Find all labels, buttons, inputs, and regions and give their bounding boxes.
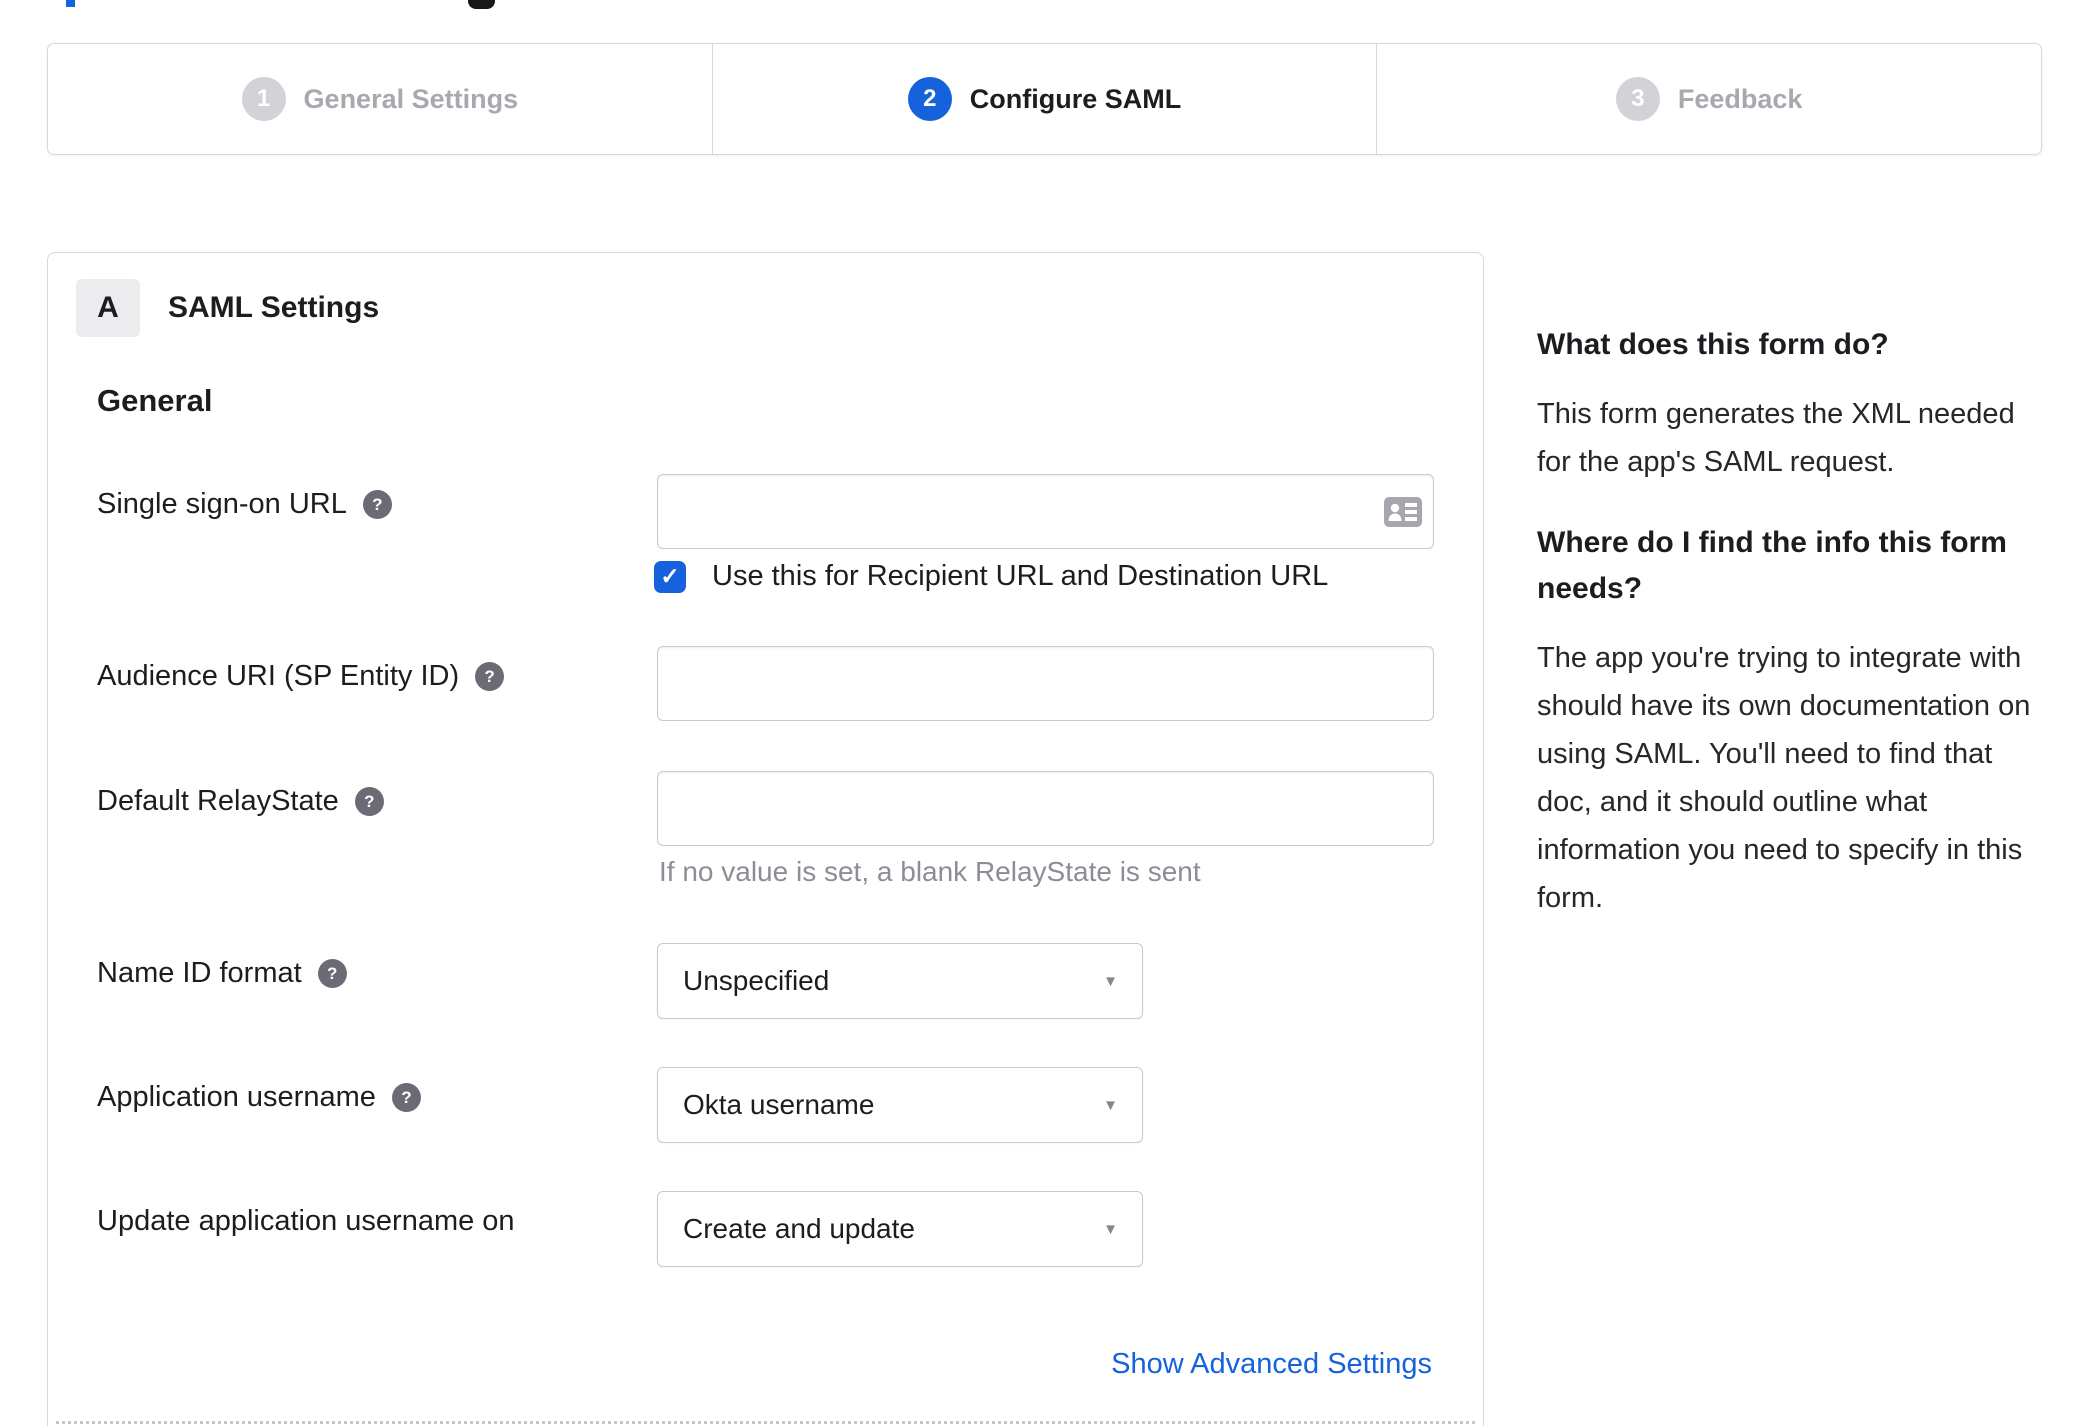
wizard-stepper: 1 General Settings 2 Configure SAML 3 Fe… xyxy=(47,43,2042,155)
audience-uri-row: Audience URI (SP Entity ID) ? xyxy=(48,646,1483,721)
help-sidebar: What does this form do? This form genera… xyxy=(1537,322,2092,922)
saml-settings-panel: A SAML Settings General Single sign-on U… xyxy=(47,252,1484,1426)
help-icon[interactable]: ? xyxy=(354,787,384,816)
default-relaystate-row: Default RelayState ? xyxy=(48,771,1483,846)
audience-uri-input[interactable] xyxy=(657,646,1434,721)
default-relaystate-label-wrap: Default RelayState ? xyxy=(97,785,384,818)
help-icon[interactable]: ? xyxy=(475,662,505,691)
sso-url-input[interactable] xyxy=(657,474,1434,549)
update-app-username-label: Update application username on xyxy=(97,1205,515,1237)
step-general-settings[interactable]: 1 General Settings xyxy=(48,44,712,154)
sidebar-heading-what: What does this form do? xyxy=(1537,328,1889,361)
update-app-username-label-wrap: Update application username on xyxy=(97,1205,515,1238)
chevron-down-icon: ▼ xyxy=(1103,1096,1118,1114)
help-icon[interactable]: ? xyxy=(391,1083,421,1112)
application-username-label-wrap: Application username ? xyxy=(97,1081,421,1114)
application-username-value: Okta username xyxy=(683,1089,875,1120)
name-id-format-label: Name ID format xyxy=(97,957,302,989)
show-advanced-settings-link[interactable]: Show Advanced Settings xyxy=(1111,1348,1432,1381)
step-number-badge: 1 xyxy=(241,77,286,121)
application-username-select[interactable]: Okta username ▼ xyxy=(657,1067,1143,1143)
application-username-label: Application username xyxy=(97,1081,376,1113)
chevron-down-icon: ▼ xyxy=(1103,972,1118,990)
default-relaystate-label: Default RelayState xyxy=(97,785,339,817)
section-title: SAML Settings xyxy=(168,291,380,324)
update-app-username-value: Create and update xyxy=(683,1213,915,1244)
recipient-url-checkbox-row: ✓ Use this for Recipient URL and Destina… xyxy=(654,560,1328,593)
contact-card-icon xyxy=(1384,497,1422,527)
step-number-badge: 3 xyxy=(1615,77,1660,121)
default-relaystate-input[interactable] xyxy=(657,771,1434,846)
recipient-url-checkbox-label: Use this for Recipient URL and Destinati… xyxy=(712,560,1329,592)
step-feedback[interactable]: 3 Feedback xyxy=(1376,44,2041,154)
sidebar-heading-where: Where do I find the info this form needs… xyxy=(1537,526,2007,605)
cutoff-blue-fragment xyxy=(66,0,75,7)
recipient-url-checkbox[interactable]: ✓ xyxy=(654,560,686,593)
update-app-username-select[interactable]: Create and update ▼ xyxy=(657,1191,1143,1267)
name-id-format-select[interactable]: Unspecified ▼ xyxy=(657,943,1143,1019)
sso-url-label: Single sign-on URL xyxy=(97,488,347,520)
step-label: General Settings xyxy=(303,83,519,114)
name-id-format-value: Unspecified xyxy=(683,965,830,996)
cutoff-dark-icon-fragment xyxy=(468,0,495,9)
step-label: Feedback xyxy=(1677,83,1803,114)
dashed-section-divider xyxy=(56,1421,1475,1424)
name-id-format-row: Name ID format ? Unspecified ▼ xyxy=(48,943,1483,1019)
relaystate-hint: If no value is set, a blank RelayState i… xyxy=(659,856,1201,887)
sidebar-body-what: This form generates the XML needed for t… xyxy=(1537,398,2015,478)
sso-url-label-wrap: Single sign-on URL ? xyxy=(97,488,392,521)
section-a-badge: A xyxy=(76,279,140,337)
application-username-row: Application username ? Okta username ▼ xyxy=(48,1067,1483,1143)
audience-uri-label-wrap: Audience URI (SP Entity ID) ? xyxy=(97,660,505,693)
help-icon[interactable]: ? xyxy=(362,490,392,519)
step-number-badge: 2 xyxy=(907,77,952,121)
help-icon[interactable]: ? xyxy=(317,959,347,988)
audience-uri-label: Audience URI (SP Entity ID) xyxy=(97,660,460,692)
sso-url-row: Single sign-on URL ? xyxy=(48,474,1483,549)
name-id-format-label-wrap: Name ID format ? xyxy=(97,957,347,990)
sidebar-body-where: The app you're trying to integrate with … xyxy=(1537,642,2031,914)
step-label: Configure SAML xyxy=(969,83,1182,114)
general-group-title: General xyxy=(97,383,213,418)
update-app-username-row: Update application username on Create an… xyxy=(48,1191,1483,1267)
step-configure-saml[interactable]: 2 Configure SAML xyxy=(711,44,1377,154)
section-header: A SAML Settings xyxy=(76,279,379,337)
chevron-down-icon: ▼ xyxy=(1103,1220,1118,1238)
